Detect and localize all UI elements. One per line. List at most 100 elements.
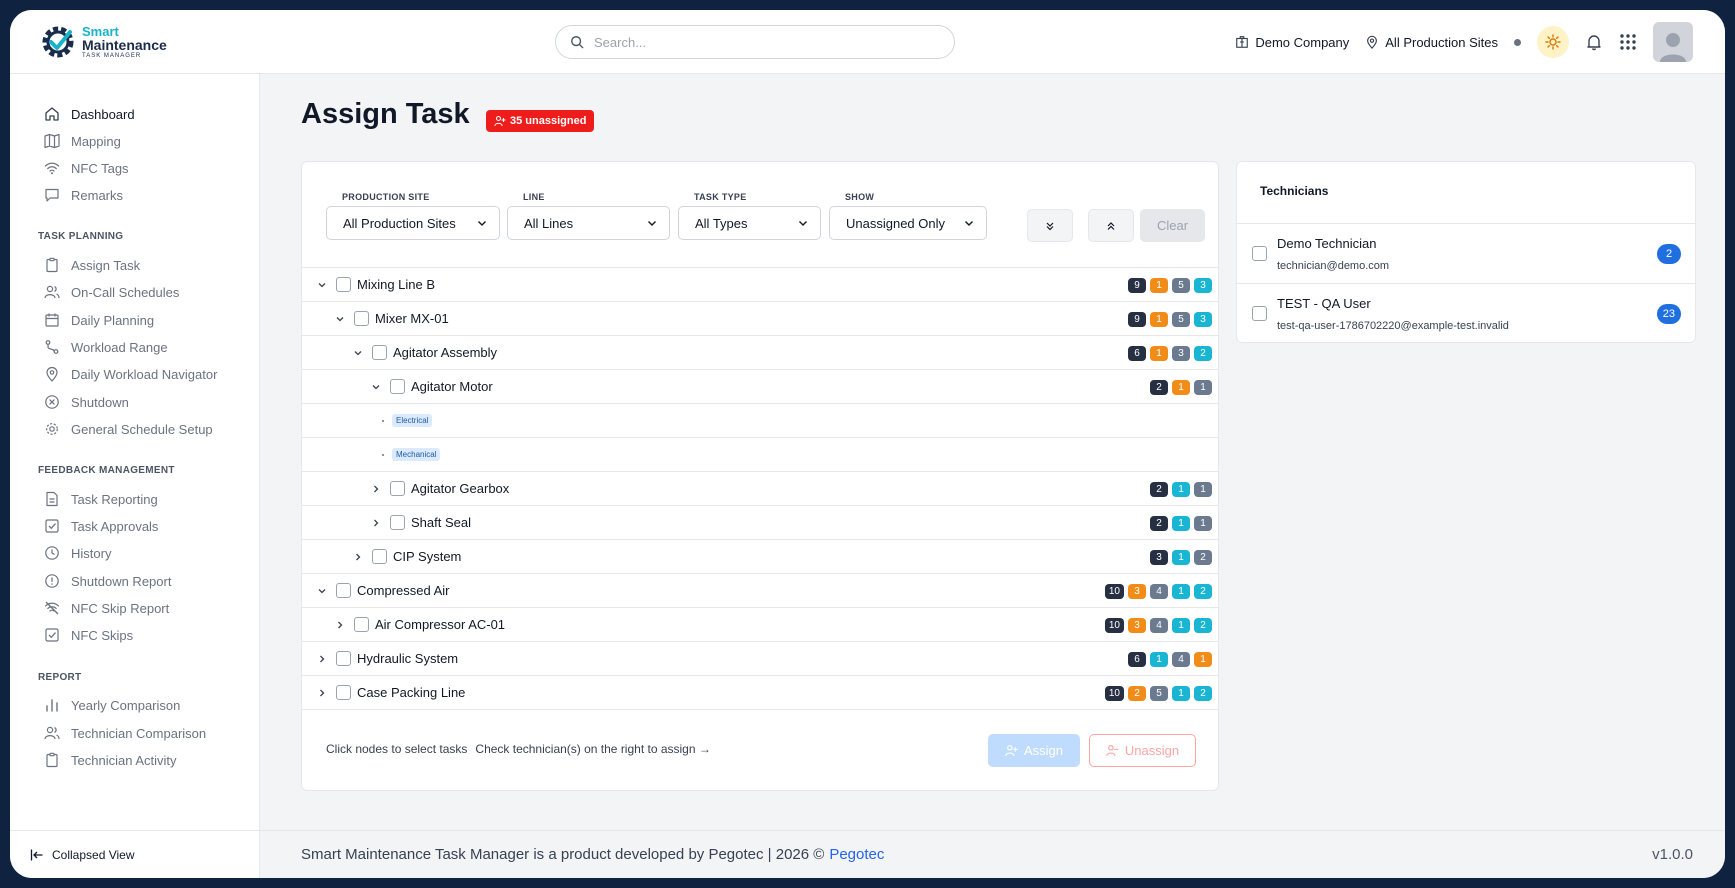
tree-node-row[interactable]: Case Packing Line 10 2 5 1 2	[302, 676, 1218, 710]
sidebar-item-shutdown-report[interactable]: Shutdown Report	[44, 571, 171, 591]
count-badge: 3	[1194, 312, 1212, 327]
brand-logo[interactable]: Smart Maintenance TASK MANAGER	[38, 22, 167, 62]
collapse-sidebar-button[interactable]: Collapsed View	[10, 830, 260, 878]
assign-button[interactable]: Assign	[988, 734, 1080, 767]
chevrons-up-icon	[1107, 221, 1115, 230]
chevron-right-icon[interactable]	[352, 551, 364, 563]
tree-node-row[interactable]: Mixing Line B 9153	[302, 268, 1218, 302]
show-select[interactable]: Unassigned Only	[829, 206, 987, 240]
count-badge: 4	[1172, 652, 1190, 667]
gear-check-icon	[42, 26, 74, 58]
site-selector[interactable]: All Production Sites	[1365, 35, 1498, 50]
sidebar-item-dashboard[interactable]: Dashboard	[44, 104, 135, 124]
company-selector[interactable]: Demo Company	[1235, 35, 1349, 50]
tree-task-row[interactable]: Mechanical	[302, 438, 1218, 472]
sidebar-item-daily-workload-navigator[interactable]: Daily Workload Navigator	[44, 364, 217, 384]
count-badge: 1	[1172, 550, 1190, 565]
count-badge: 5	[1150, 686, 1168, 701]
sidebar-heading-report: REPORT	[38, 672, 82, 683]
count-badge: 4	[1150, 584, 1168, 599]
collapse-all-button[interactable]	[1088, 209, 1134, 242]
sidebar-item-nfc-skips[interactable]: NFC Skips	[44, 625, 133, 645]
chevron-down-icon	[799, 221, 807, 226]
chevron-down-icon[interactable]	[352, 347, 364, 359]
node-checkbox[interactable]	[390, 481, 405, 496]
chevron-right-icon[interactable]	[334, 619, 346, 631]
tree-task-row[interactable]: Electrical	[302, 404, 1218, 438]
search-box[interactable]	[555, 25, 955, 59]
sidebar-item-label: NFC Skip Report	[71, 600, 170, 616]
sidebar-item-workload-range[interactable]: Workload Range	[44, 337, 168, 357]
theme-toggle-button[interactable]	[1537, 26, 1569, 58]
node-count-badges: 10 2 5 1 2	[1104, 686, 1212, 701]
user-avatar[interactable]	[1653, 22, 1693, 62]
node-checkbox[interactable]	[390, 379, 405, 394]
sidebar-item-yearly-comparison[interactable]: Yearly Comparison	[44, 695, 180, 715]
bell-icon[interactable]	[1585, 33, 1603, 51]
count-badge: 1	[1172, 584, 1190, 599]
chevron-right-icon[interactable]	[316, 653, 328, 665]
technician-checkbox[interactable]	[1252, 246, 1267, 261]
count-badge: 2	[1128, 686, 1146, 701]
clear-button[interactable]: Clear	[1140, 209, 1205, 242]
tree-node-row[interactable]: Agitator Gearbox 2 1 1	[302, 472, 1218, 506]
chevron-right-icon[interactable]	[370, 483, 382, 495]
sidebar-item-task-reporting[interactable]: Task Reporting	[44, 489, 158, 509]
company-name: Demo Company	[1255, 34, 1350, 50]
sidebar-item-general-schedule-setup[interactable]: General Schedule Setup	[44, 419, 213, 439]
tree-node-row[interactable]: CIP System 3 1 2	[302, 540, 1218, 574]
sidebar-item-remarks[interactable]: Remarks	[44, 185, 123, 205]
node-checkbox[interactable]	[354, 311, 369, 326]
node-checkbox[interactable]	[336, 277, 351, 292]
tree-node-row[interactable]: Agitator Motor 2 1 1	[302, 370, 1218, 404]
bullet-marker	[382, 419, 384, 422]
tree-node-row[interactable]: Agitator Assembly 6 1 3 2	[302, 336, 1218, 370]
node-checkbox[interactable]	[336, 583, 351, 598]
tree-node-row[interactable]: Shaft Seal 2 1 1	[302, 506, 1218, 540]
count-badge: 1	[1150, 346, 1168, 361]
production-site-select[interactable]: All Production Sites	[326, 206, 500, 240]
expand-all-button[interactable]	[1027, 209, 1073, 242]
technician-row[interactable]: Demo Technician technician@demo.com 2	[1237, 223, 1695, 283]
tree-node-row[interactable]: Mixer MX-01 9 1 5 3	[302, 302, 1218, 336]
node-checkbox[interactable]	[354, 617, 369, 632]
unassign-button[interactable]: Unassign	[1089, 734, 1196, 767]
sidebar-item-task-approvals[interactable]: Task Approvals	[44, 516, 158, 536]
sidebar-item-assign-task[interactable]: Assign Task	[44, 255, 140, 275]
footer-link[interactable]: Pegotec	[829, 846, 884, 863]
sidebar-item-nfc-skip-report[interactable]: NFC Skip Report	[44, 598, 169, 618]
apps-grid-icon[interactable]	[1619, 33, 1637, 51]
chevron-right-icon[interactable]	[316, 687, 328, 699]
line-select[interactable]: All Lines	[507, 206, 670, 240]
tree-node-row[interactable]: Air Compressor AC-01 10 3 4 1 2	[302, 608, 1218, 642]
chevron-down-icon[interactable]	[316, 279, 328, 291]
tree-node-row[interactable]: Hydraulic System 6 1 4 1	[302, 642, 1218, 676]
sidebar-item-history[interactable]: History	[44, 543, 111, 563]
sidebar-item-technician-activity[interactable]: Technician Activity	[44, 750, 177, 770]
sidebar-item-label: General Schedule Setup	[71, 421, 213, 437]
sidebar-item-technician-comparison[interactable]: Technician Comparison	[44, 723, 206, 743]
node-checkbox[interactable]	[372, 345, 387, 360]
document-icon	[46, 491, 58, 507]
sidebar-item-nfc-tags[interactable]: NFC Tags	[44, 158, 129, 178]
node-checkbox[interactable]	[336, 651, 351, 666]
task-type-select[interactable]: All Types	[678, 206, 821, 240]
node-checkbox[interactable]	[372, 549, 387, 564]
sidebar-item-mapping[interactable]: Mapping	[44, 131, 121, 151]
count-badge: 2	[1194, 686, 1212, 701]
node-checkbox[interactable]	[390, 515, 405, 530]
chevron-down-icon[interactable]	[370, 381, 382, 393]
chevron-down-icon[interactable]	[316, 585, 328, 597]
technician-checkbox[interactable]	[1252, 306, 1267, 321]
technician-row[interactable]: TEST - QA User test-qa-user-1786702220@e…	[1237, 283, 1695, 342]
count-badge: 2	[1194, 618, 1212, 633]
tree-node-row[interactable]: Compressed Air 10 3 4 1 2	[302, 574, 1218, 608]
chevron-right-icon[interactable]	[370, 517, 382, 529]
sidebar-item-on-call-schedules[interactable]: On-Call Schedules	[44, 282, 179, 302]
clipboard-icon	[46, 257, 58, 273]
chevron-down-icon[interactable]	[334, 313, 346, 325]
sidebar-item-shutdown[interactable]: Shutdown	[44, 392, 129, 412]
sidebar-item-daily-planning[interactable]: Daily Planning	[44, 310, 154, 330]
search-input[interactable]	[594, 34, 924, 50]
node-checkbox[interactable]	[336, 685, 351, 700]
